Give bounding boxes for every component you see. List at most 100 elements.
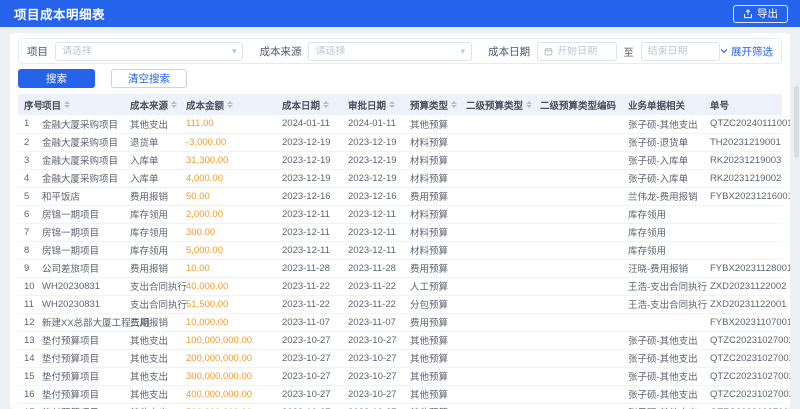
table-cell: 17: [18, 403, 42, 409]
table-cell: 51,500.00: [186, 295, 282, 314]
export-button[interactable]: 导出: [733, 4, 788, 23]
table-cell: 库存领用: [628, 241, 710, 260]
table-cell: 其他预算: [410, 367, 466, 386]
date-range-separator: 至: [623, 47, 634, 59]
chevron-down-icon: ▾: [460, 45, 466, 56]
table-cell: 支出合同执行: [130, 277, 187, 296]
table-cell: 张子硕-其他支出: [628, 403, 710, 409]
table-cell: [540, 115, 628, 134]
chevron-down-icon: [720, 47, 728, 55]
table-cell: 新建XX总部大厦工程二期: [42, 313, 150, 332]
table-cell: [466, 385, 540, 404]
sort-icon[interactable]: [526, 100, 533, 109]
project-filter-label: 项目: [27, 45, 48, 58]
table-row[interactable]: 8 房锦一期项目 库存领用 5,000.00 2023-12-11 2023-12-11 材…: [18, 241, 782, 260]
table-row[interactable]: 6 房锦一期项目 库存领用 2,000.00 2023-12-11 2023-12-11 材…: [18, 205, 782, 224]
table-cell: [540, 133, 628, 152]
table-cell: 其他预算: [410, 403, 466, 409]
table-row[interactable]: 7 房锦一期项目 库存领用 300.00 2023-12-11 2023-12-11 材料预…: [18, 223, 782, 242]
source-select[interactable]: ▾: [308, 41, 473, 61]
table-cell: 2023-12-19: [282, 169, 348, 188]
source-filter-label: 成本来源: [259, 45, 302, 58]
table-cell: 张子硕-入库单: [628, 169, 710, 188]
table-cell: 16: [18, 385, 42, 404]
search-button[interactable]: 搜索: [18, 69, 95, 88]
table-cell: 500,000,000.00: [186, 403, 282, 409]
column-header-label: 单号: [710, 100, 730, 112]
column-header[interactable]: 成本来源: [130, 94, 186, 115]
table-cell: 其他预算: [410, 349, 466, 368]
sort-icon[interactable]: [451, 100, 458, 109]
vertical-scrollbar[interactable]: [794, 86, 799, 158]
table-row[interactable]: 13 垫付预算项目 其他支出 100,000,000.00 2023-10-27 2023…: [18, 331, 790, 350]
project-select-input[interactable]: [62, 45, 229, 57]
expand-filter-link[interactable]: 展开筛选: [720, 44, 773, 59]
table-cell: 材料预算: [410, 169, 466, 188]
table-row[interactable]: 2 金融大厦采购项目 退货单 -3,000.00 2023-12-19 2023-12-1…: [18, 133, 782, 152]
table-cell: 费用预算: [410, 187, 466, 206]
date-start-field[interactable]: [557, 45, 610, 57]
table-row[interactable]: 15 垫付预算项目 其他支出 300,000,000.00 2023-10-27 2023…: [18, 367, 790, 386]
column-header-label: 序号: [24, 100, 44, 112]
table-cell: 10,000.00: [186, 313, 282, 332]
table-cell: 费用预算: [410, 259, 466, 278]
table-row[interactable]: 14 垫付预算项目 其他支出 200,000,000.00 2023-10-27 2023…: [18, 349, 790, 368]
column-header[interactable]: 成本日期: [282, 94, 348, 115]
sort-icon[interactable]: [323, 100, 330, 109]
table-cell: 2023-11-22: [348, 277, 410, 296]
date-end-input[interactable]: [640, 41, 720, 61]
table-cell: [710, 241, 782, 260]
date-end-field[interactable]: [647, 45, 713, 57]
table-row[interactable]: 16 垫付预算项目 其他支出 400,000,000.00 2023-10-27 2023…: [18, 385, 790, 404]
table-row[interactable]: 12 新建XX总部大厦工程二期 费用报销 10,000.00 2023-11-07 202…: [18, 313, 790, 332]
table-cell: 2023-12-19: [348, 133, 410, 152]
table-row[interactable]: 9 公司差旅项目 费用报销 10.00 2023-11-28 2023-11-28 费用预算…: [18, 259, 790, 278]
column-header[interactable]: 预算类型: [410, 94, 466, 115]
table-row[interactable]: 1 金融大厦采购项目 其他支出 111.00 2024-01-11 2024-01-11 其…: [18, 115, 790, 134]
table-cell: QTZC20231027002: [710, 367, 790, 386]
table-cell: [466, 169, 540, 188]
table-header-row: 序号 项目 成本来源 成本金额 成本日期 审批日期 预算类型 二级预算类型 二级预算类型编码 业务…: [18, 94, 782, 115]
table-cell: 其他支出: [130, 385, 186, 404]
table-cell: 2023-11-07: [282, 313, 348, 332]
table-row[interactable]: 10 WH20230831 支出合同执行 40,000.00 2023-11-22 202…: [18, 277, 786, 296]
project-select[interactable]: ▾: [55, 41, 244, 61]
sort-icon[interactable]: [227, 100, 234, 109]
table-cell: 材料预算: [410, 133, 466, 152]
table-cell: [540, 367, 628, 386]
column-header[interactable]: 二级预算类型: [466, 94, 540, 115]
column-header-label: 成本日期: [282, 100, 321, 112]
sort-icon[interactable]: [171, 100, 178, 109]
clear-search-button[interactable]: 清空搜索: [111, 69, 187, 88]
column-header[interactable]: 审批日期: [348, 94, 410, 115]
column-header: 业务单据相关: [628, 94, 710, 115]
table-row[interactable]: 4 金融大厦采购项目 入库单 4,000.00 2023-12-19 2023-12-19…: [18, 169, 782, 188]
sort-icon[interactable]: [389, 100, 396, 109]
table-row[interactable]: 5 和平饭店 费用报销 50.00 2023-12-16 2023-12-16 费用预算 兰伟…: [18, 187, 790, 206]
column-header: 序号: [18, 94, 44, 115]
sort-icon[interactable]: [64, 100, 71, 109]
column-header[interactable]: 项目: [42, 94, 130, 115]
table-cell: 兰伟龙-费用报销: [628, 187, 710, 206]
table-cell: [466, 331, 540, 350]
table-cell: 3: [18, 151, 42, 170]
table-cell: [466, 205, 540, 224]
table-cell: 库存领用: [130, 205, 186, 224]
table-cell: 房锦一期项目: [42, 205, 130, 224]
table-row[interactable]: 17垫付预算项目其他支出500,000,000.002023-10-272023…: [18, 403, 790, 409]
table-cell: [466, 295, 540, 314]
table-cell: 退货单: [130, 133, 186, 152]
table-cell: 材料预算: [410, 223, 466, 242]
table-cell: 2023-12-11: [348, 205, 410, 224]
table-row[interactable]: 3 金融大厦采购项目 入库单 31,300.00 2023-12-19 2023-12-1…: [18, 151, 782, 170]
table-cell: 2023-11-22: [282, 295, 348, 314]
date-start-input[interactable]: [537, 41, 617, 61]
table-cell: RK20231219003: [710, 151, 782, 170]
table-cell: 其他支出: [130, 115, 186, 134]
column-header[interactable]: 成本金额: [186, 94, 282, 115]
table-row[interactable]: 11 WH20230831 支出合同执行 51,500.00 2023-11-22 202…: [18, 295, 786, 314]
page-title: 项目成本明细表: [14, 8, 106, 22]
table-cell: 张子硕-其他支出: [628, 349, 710, 368]
source-select-input[interactable]: [315, 45, 458, 57]
table-header: 序号 项目 成本来源 成本金额 成本日期 审批日期 预算类型 二级预算类型 二级预算类型编码 业务…: [18, 94, 782, 115]
